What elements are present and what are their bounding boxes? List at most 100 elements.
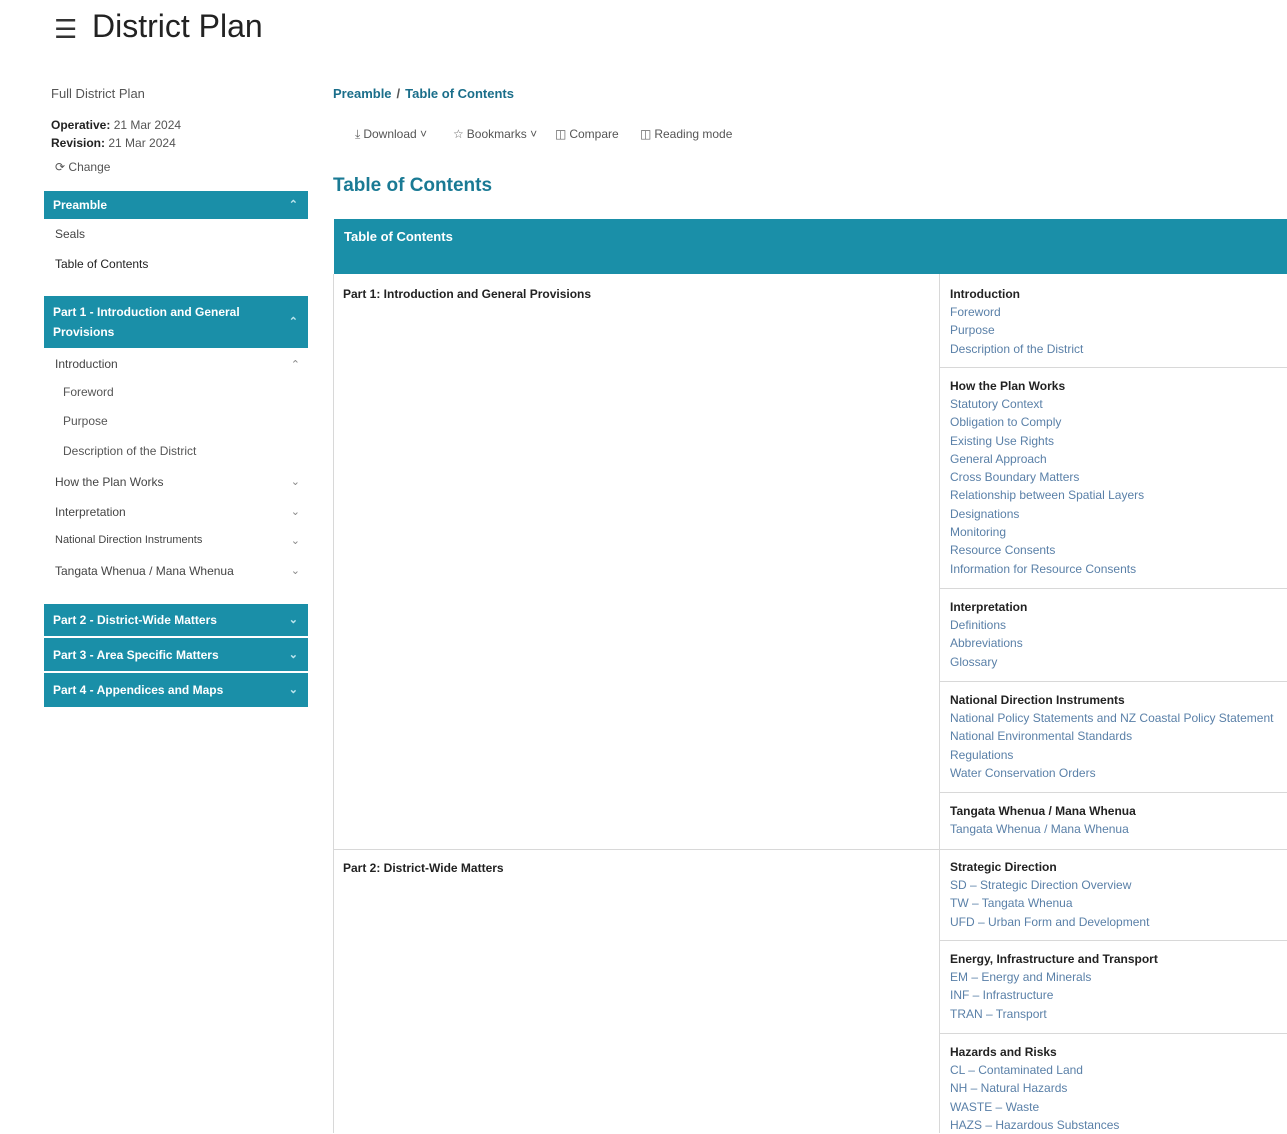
toc-part-2-label: Part 2: District-Wide Matters bbox=[343, 861, 504, 875]
bookmarks-button[interactable]: ☆ Bookmarks ˅ bbox=[453, 127, 537, 141]
toc-link[interactable]: Existing Use Rights bbox=[950, 432, 1287, 450]
row-divider bbox=[940, 367, 1287, 368]
chevron-down-icon[interactable]: ⌄ bbox=[291, 505, 300, 518]
table-column-divider bbox=[939, 274, 940, 1133]
toc-link[interactable]: INF – Infrastructure bbox=[950, 986, 1287, 1004]
sidebar-item-seals[interactable]: Seals bbox=[55, 227, 85, 241]
toc-group-title: Hazards and Risks bbox=[950, 1045, 1057, 1059]
plan-name: Full District Plan bbox=[51, 86, 145, 101]
toc-group-energy-infrastructure-transport: Energy, Infrastructure and Transport EM … bbox=[950, 950, 1287, 1023]
row-divider bbox=[940, 588, 1287, 589]
toc-link[interactable]: Description of the District bbox=[950, 340, 1287, 358]
toc-link[interactable]: Abbreviations bbox=[950, 634, 1287, 652]
download-button[interactable]: ⤓ Download ˅ bbox=[355, 127, 427, 142]
toc-group-title: Tangata Whenua / Mana Whenua bbox=[950, 804, 1136, 818]
toc-link[interactable]: Obligation to Comply bbox=[950, 413, 1287, 431]
toc-link[interactable]: Cross Boundary Matters bbox=[950, 468, 1287, 486]
toc-link[interactable]: SD – Strategic Direction Overview bbox=[950, 876, 1287, 894]
sidebar-item-interpretation[interactable]: Interpretation bbox=[55, 505, 126, 519]
chevron-down-icon: ⌄ bbox=[288, 614, 298, 626]
toc-link[interactable]: Relationship between Spatial Layers bbox=[950, 486, 1287, 504]
toc-group-hazards-and-risks: Hazards and Risks CL – Contaminated Land… bbox=[950, 1043, 1287, 1134]
toc-link[interactable]: HAZS – Hazardous Substances bbox=[950, 1116, 1287, 1134]
toc-group-title: How the Plan Works bbox=[950, 379, 1066, 393]
toc-link[interactable]: Definitions bbox=[950, 616, 1287, 634]
change-button[interactable]: ⟳ Change bbox=[55, 160, 110, 174]
sidebar-item-foreword[interactable]: Foreword bbox=[63, 385, 114, 399]
toc-link[interactable]: TRAN – Transport bbox=[950, 1005, 1287, 1023]
hamburger-menu-icon[interactable]: ☰ bbox=[54, 14, 77, 45]
breadcrumb-separator: / bbox=[396, 86, 401, 101]
operative-date: Operative: 21 Mar 2024 bbox=[51, 118, 182, 132]
sidebar-item-national-direction-instruments[interactable]: National Direction Instruments bbox=[55, 534, 202, 546]
toc-group-how-the-plan-works: How the Plan Works Statutory Context Obl… bbox=[950, 377, 1287, 578]
toc-link[interactable]: National Environmental Standards bbox=[950, 727, 1287, 745]
sidebar-item-table-of-contents[interactable]: Table of Contents bbox=[55, 257, 148, 271]
sidebar-section-part-2[interactable]: Part 2 - District-Wide Matters ⌄ bbox=[44, 604, 308, 636]
toc-group-title: Interpretation bbox=[950, 600, 1028, 614]
table-border-left bbox=[333, 274, 334, 1133]
toc-link[interactable]: Glossary bbox=[950, 653, 1287, 671]
row-divider bbox=[940, 681, 1287, 682]
chevron-up-icon[interactable]: ⌃ bbox=[291, 358, 300, 371]
sidebar-item-purpose[interactable]: Purpose bbox=[63, 414, 108, 428]
sidebar-item-how-the-plan-works[interactable]: How the Plan Works bbox=[55, 475, 164, 489]
toc-link[interactable]: General Approach bbox=[950, 450, 1287, 468]
sidebar-item-tangata-whenua[interactable]: Tangata Whenua / Mana Whenua bbox=[55, 564, 234, 578]
sidebar-item-introduction[interactable]: Introduction bbox=[55, 357, 118, 371]
toc-group-introduction: Introduction Foreword Purpose Descriptio… bbox=[950, 285, 1287, 358]
sidebar-section-preamble[interactable]: Preamble ⌃ bbox=[44, 191, 308, 219]
toc-link[interactable]: EM – Energy and Minerals bbox=[950, 968, 1287, 986]
toc-table-header: Table of Contents bbox=[334, 219, 1287, 274]
toc-link[interactable]: Regulations bbox=[950, 746, 1287, 764]
page-title: Table of Contents bbox=[333, 175, 493, 196]
breadcrumb-preamble[interactable]: Preamble bbox=[333, 86, 392, 101]
top-bar: ☰ District Plan bbox=[0, 0, 1287, 70]
part-row-divider bbox=[333, 849, 1287, 850]
revision-date: Revision: 21 Mar 2024 bbox=[51, 136, 176, 150]
toc-link[interactable]: Tangata Whenua / Mana Whenua bbox=[950, 820, 1287, 838]
toc-link[interactable]: TW – Tangata Whenua bbox=[950, 894, 1287, 912]
toc-link[interactable]: National Policy Statements and NZ Coasta… bbox=[950, 709, 1287, 727]
toc-link[interactable]: Information for Resource Consents bbox=[950, 560, 1287, 578]
compare-button[interactable]: ◫ Compare bbox=[555, 127, 619, 141]
toc-group-title: Strategic Direction bbox=[950, 860, 1057, 874]
toc-part-1-label: Part 1: Introduction and General Provisi… bbox=[343, 287, 592, 301]
chevron-down-icon[interactable]: ⌄ bbox=[291, 564, 300, 577]
app-title: District Plan bbox=[92, 8, 263, 44]
toc-link[interactable]: NH – Natural Hazards bbox=[950, 1079, 1287, 1097]
download-icon: ⤓ bbox=[355, 127, 361, 141]
toc-group-tangata-whenua: Tangata Whenua / Mana Whenua Tangata Whe… bbox=[950, 802, 1287, 838]
row-divider bbox=[940, 940, 1287, 941]
toc-link[interactable]: Purpose bbox=[950, 321, 1287, 339]
sidebar-section-part-1[interactable]: Part 1 - Introduction and General Provis… bbox=[44, 296, 308, 348]
toc-link[interactable]: Statutory Context bbox=[950, 395, 1287, 413]
sidebar-section-part-3[interactable]: Part 3 - Area Specific Matters ⌄ bbox=[44, 638, 308, 671]
breadcrumb: Preamble / Table of Contents bbox=[333, 86, 514, 101]
toc-link[interactable]: Resource Consents bbox=[950, 541, 1287, 559]
chevron-up-icon: ⌃ bbox=[288, 199, 298, 211]
toc-group-title: National Direction Instruments bbox=[950, 693, 1125, 707]
breadcrumb-table-of-contents[interactable]: Table of Contents bbox=[405, 86, 514, 101]
chevron-down-icon: ⌄ bbox=[288, 648, 298, 661]
sidebar-item-description-of-the-district[interactable]: Description of the District bbox=[63, 444, 196, 458]
toc-link[interactable]: Monitoring bbox=[950, 523, 1287, 541]
row-divider bbox=[940, 792, 1287, 793]
toc-group-national-direction-instruments: National Direction Instruments National … bbox=[950, 691, 1287, 782]
book-icon: ◫ bbox=[640, 127, 652, 141]
toc-group-title: Energy, Infrastructure and Transport bbox=[950, 952, 1158, 966]
toc-link[interactable]: Designations bbox=[950, 505, 1287, 523]
chevron-down-icon[interactable]: ⌄ bbox=[291, 534, 300, 547]
sidebar-section-part-4[interactable]: Part 4 - Appendices and Maps ⌄ bbox=[44, 673, 308, 707]
row-divider bbox=[940, 1033, 1287, 1034]
caret-down-icon: ˅ bbox=[420, 127, 428, 141]
toc-link[interactable]: Water Conservation Orders bbox=[950, 764, 1287, 782]
reading-mode-button[interactable]: ◫ Reading mode bbox=[640, 127, 732, 141]
toc-group-interpretation: Interpretation Definitions Abbreviations… bbox=[950, 598, 1287, 671]
chevron-down-icon[interactable]: ⌄ bbox=[291, 475, 300, 488]
toc-group-strategic-direction: Strategic Direction SD – Strategic Direc… bbox=[950, 858, 1287, 931]
toc-link[interactable]: WASTE – Waste bbox=[950, 1098, 1287, 1116]
toc-link[interactable]: CL – Contaminated Land bbox=[950, 1061, 1287, 1079]
toc-link[interactable]: Foreword bbox=[950, 303, 1287, 321]
toc-link[interactable]: UFD – Urban Form and Development bbox=[950, 913, 1287, 931]
